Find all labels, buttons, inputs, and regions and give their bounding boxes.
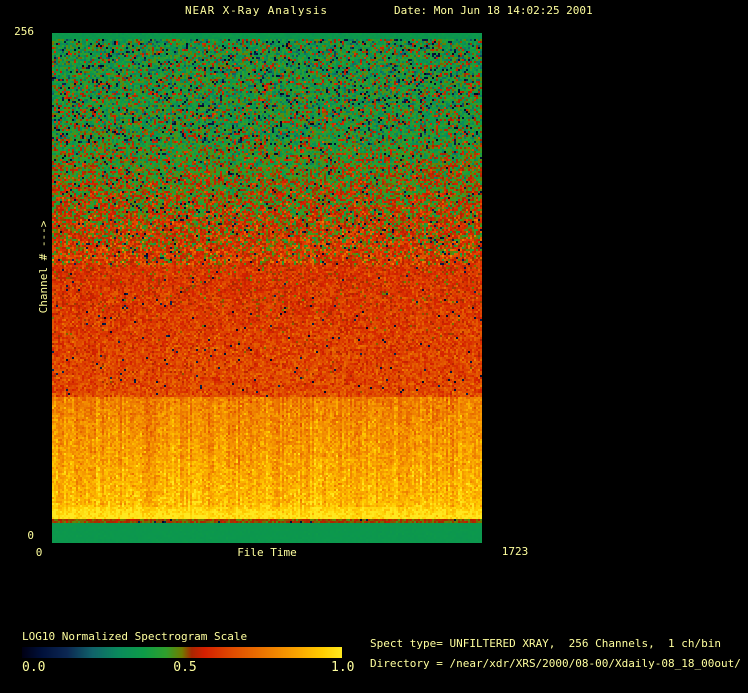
colorbar: [22, 647, 342, 658]
colorbar-tick-mid: 0.5: [173, 660, 197, 675]
spect-type-line: Spect type= UNFILTERED XRAY, 256 Channel…: [370, 637, 721, 650]
x-axis-tick-min: 0: [35, 546, 43, 559]
date-label: Date: Mon Jun 18 14:02:25 2001: [394, 4, 593, 17]
colorbar-title: LOG10 Normalized Spectrogram Scale: [22, 630, 248, 643]
near-xray-analysis-window: NEAR X-Ray Analysis Date: Mon Jun 18 14:…: [0, 0, 748, 693]
y-axis-tick-max: 256: [14, 25, 34, 38]
spectrogram-image: [52, 33, 482, 543]
y-axis-tick-min: 0: [27, 529, 34, 542]
directory-line: Directory = /near/xdr/XRS/2000/08-00/Xda…: [370, 657, 741, 670]
x-axis-label: File Time: [237, 546, 297, 559]
y-axis-label: Channel # --->: [37, 220, 50, 314]
colorbar-tick-max: 1.0: [331, 660, 355, 675]
colorbar-tick-min: 0.0: [22, 660, 46, 675]
page-title: NEAR X-Ray Analysis: [185, 4, 328, 17]
x-axis-tick-max: 1723: [501, 545, 529, 558]
